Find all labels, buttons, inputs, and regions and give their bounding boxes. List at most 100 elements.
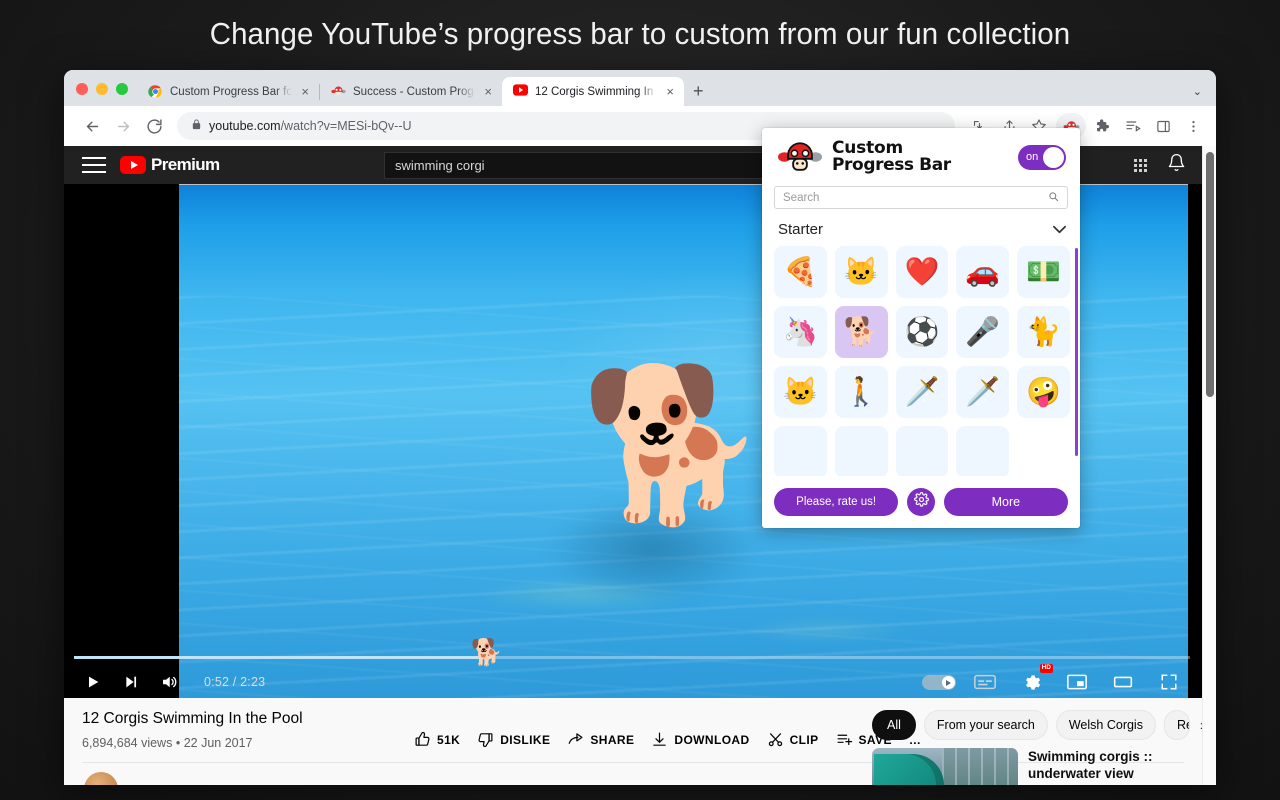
theater-mode-button[interactable]	[1106, 667, 1140, 697]
fullscreen-button[interactable]	[1152, 667, 1186, 697]
guide-menu-button[interactable]	[82, 157, 106, 173]
tab-title: 12 Corgis Swimming In the Poo	[535, 85, 657, 98]
sticker-item-18[interactable]	[895, 426, 949, 476]
search-input[interactable]: Search	[774, 186, 1068, 209]
tab-success-custom-progressbar[interactable]: Success - Custom ProgressBar ×	[320, 77, 502, 106]
next-video-button[interactable]	[114, 667, 148, 697]
forward-button[interactable]	[109, 112, 137, 140]
settings-button[interactable]: HD	[1014, 664, 1053, 697]
progress-bar-track[interactable]: 🐕	[74, 639, 1190, 665]
chrome-menu-icon[interactable]	[1180, 113, 1206, 139]
chip-all[interactable]: All	[872, 710, 916, 740]
clip-button[interactable]: CLIP	[767, 731, 819, 748]
sticker-item-17[interactable]	[834, 426, 888, 476]
back-button[interactable]	[78, 112, 106, 140]
sticker-lightsaber-blue[interactable]: 🗡️	[895, 366, 949, 418]
category-name: Starter	[778, 221, 824, 238]
popup-search-area: Search	[762, 186, 1080, 219]
related-video-title: Swimming corgis :: underwater view	[1028, 749, 1153, 781]
youtube-premium-logo[interactable]: Premium	[120, 155, 220, 175]
sticker-freddie-mercury[interactable]: 🎤	[956, 306, 1010, 358]
sticker-grid: 🍕 🐱 ❤️ 🚗 💵 🦄 🐕 ⚽ 🎤 🐈 🐱 🚶 🗡️ 🗡️ 🤪	[774, 246, 1070, 476]
miniplayer-button[interactable]	[1060, 667, 1094, 697]
sticker-crazy-face-emoji[interactable]: 🤪	[1017, 366, 1070, 418]
subtitles-button[interactable]	[968, 667, 1002, 697]
autoplay-toggle[interactable]	[922, 674, 956, 690]
close-window-button[interactable]	[76, 83, 88, 95]
reload-button[interactable]	[140, 112, 168, 140]
sticker-money-stack[interactable]: 💵	[1017, 246, 1070, 298]
play-button[interactable]	[76, 667, 110, 697]
new-tab-button[interactable]: +	[684, 82, 713, 106]
sticker-soccer-ball[interactable]: ⚽	[895, 306, 949, 358]
tab-12-corgis-swimming-in-the-pool[interactable]: 12 Corgis Swimming In the Poo ×	[502, 77, 684, 106]
sticker-item-19[interactable]	[956, 426, 1010, 476]
rate-us-button[interactable]: Please, rate us!	[774, 488, 899, 516]
search-icon[interactable]	[1048, 191, 1059, 205]
dislike-label: DISLIKE	[500, 732, 551, 747]
corgi-progress-thumb[interactable]: 🐕	[471, 639, 503, 665]
extension-on-off-toggle[interactable]: on	[1018, 144, 1066, 170]
page-scrollbar-thumb[interactable]	[1206, 152, 1214, 397]
share-button[interactable]: SHARE	[567, 731, 634, 748]
time-display: 0:52 / 2:23	[204, 675, 266, 689]
hd-quality-badge: HD	[1039, 664, 1053, 673]
like-count: 51K	[437, 732, 461, 747]
close-tab-icon[interactable]: ×	[482, 85, 494, 98]
tab-strip: Custom Progress Bar for YouTu × Success …	[64, 70, 1216, 106]
sticker-item-16[interactable]	[774, 426, 827, 476]
dislike-button[interactable]: DISLIKE	[477, 731, 550, 748]
close-tab-icon[interactable]: ×	[664, 85, 676, 98]
search-value: swimming corgi	[395, 157, 485, 173]
brand-line-2: Progress Bar	[832, 155, 951, 175]
chevron-down-icon[interactable]	[1053, 223, 1066, 237]
maximize-window-button[interactable]	[116, 83, 128, 95]
avatar[interactable]	[84, 772, 118, 785]
gear-icon	[913, 492, 929, 512]
tab-custom-progress-bar-for-youtube[interactable]: Custom Progress Bar for YouTu ×	[137, 77, 319, 106]
sticker-delorean-car[interactable]: 🚗	[956, 246, 1010, 298]
settings-button[interactable]	[907, 488, 935, 516]
side-panel-icon[interactable]	[1150, 113, 1176, 139]
close-tab-icon[interactable]: ×	[299, 85, 311, 98]
apps-grid-icon[interactable]	[1134, 158, 1147, 172]
promo-headline: Change YouTube’s progress bar to custom …	[209, 16, 1071, 51]
reading-list-icon[interactable]	[1120, 113, 1146, 139]
video-action-bar: 51K DISLIKE SHARE DOWNLOAD CLIP SAVE …	[414, 731, 921, 748]
sticker-hello-kitty[interactable]: 🐱	[774, 366, 827, 418]
sticker-nyan-cat[interactable]: 🐱	[834, 246, 888, 298]
tab-title: Success - Custom ProgressBar	[353, 85, 476, 98]
player-control-row: 0:52 / 2:23 HD	[64, 664, 1202, 698]
list-item[interactable]: 🐕 Swimming corgis :: underwater view	[862, 740, 1202, 785]
tab-list-chevron-icon[interactable]: ⌄	[1193, 85, 1216, 106]
player-controls: 🐕 0:52 / 2:23 HD	[64, 639, 1202, 698]
like-button[interactable]: 51K	[414, 731, 460, 748]
sticker-pusheen-cat[interactable]: 🐈	[1017, 306, 1070, 358]
more-button[interactable]: More	[943, 488, 1068, 516]
extensions-puzzle-icon[interactable]	[1090, 113, 1116, 139]
sticker-corgi[interactable]: 🐕	[834, 306, 888, 358]
chip-related[interactable]: Rel	[1163, 710, 1190, 740]
sticker-pixel-heart[interactable]: ❤️	[895, 246, 949, 298]
sticker-pizza[interactable]: 🍕	[774, 246, 827, 298]
url-host: youtube.com	[209, 119, 281, 133]
clip-label: CLIP	[789, 732, 819, 747]
sticker-grid-wrapper: 🍕 🐱 ❤️ 🚗 💵 🦄 🐕 ⚽ 🎤 🐈 🐱 🚶 🗡️ 🗡️ 🤪	[762, 246, 1080, 476]
popup-scrollbar-thumb[interactable]	[1075, 248, 1078, 456]
chip-welsh-corgis[interactable]: Welsh Corgis	[1055, 710, 1156, 740]
sticker-rainbow-dash-pony[interactable]: 🦄	[774, 306, 827, 358]
sticker-lightsaber-dark[interactable]: 🗡️	[956, 366, 1010, 418]
toggle-label: on	[1026, 151, 1039, 163]
tab-title: Custom Progress Bar for YouTu	[170, 85, 293, 98]
minimize-window-button[interactable]	[96, 83, 108, 95]
page-scrollbar[interactable]	[1202, 146, 1216, 785]
meta-separator: •	[175, 736, 181, 750]
notifications-bell-icon[interactable]	[1167, 153, 1186, 177]
chip-from-your-search[interactable]: From your search	[923, 710, 1048, 740]
category-row[interactable]: Starter	[762, 219, 1080, 246]
share-label: SHARE	[590, 732, 635, 747]
sticker-homer-simpson[interactable]: 🚶	[834, 366, 888, 418]
toggle-knob	[1043, 146, 1064, 168]
volume-button[interactable]	[152, 667, 186, 697]
download-button[interactable]: DOWNLOAD	[651, 731, 749, 748]
